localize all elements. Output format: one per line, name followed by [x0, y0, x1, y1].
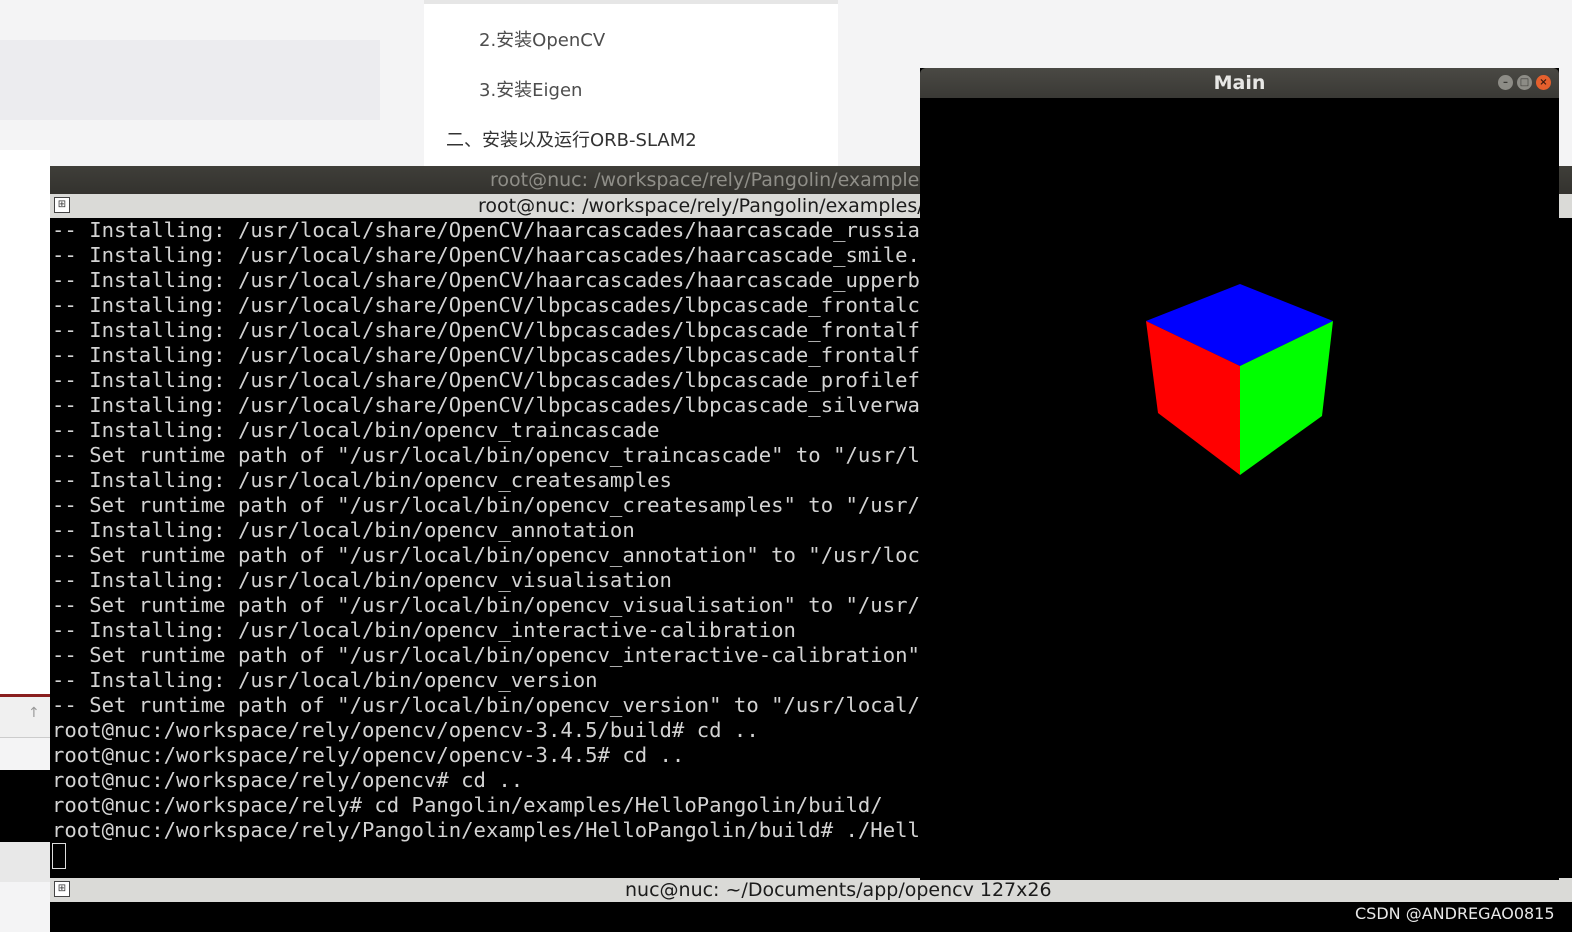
main-window-titlebar[interactable]: Main – □ × [920, 68, 1559, 98]
maximize-icon[interactable]: □ [1517, 75, 1532, 90]
cube-viewport[interactable] [920, 98, 1559, 880]
toc-item-install-orb-slam2[interactable]: 二、安装以及运行ORB-SLAM2 [446, 126, 697, 152]
terminal-tab-icon[interactable]: ⊞ [54, 881, 70, 897]
close-icon[interactable]: × [1536, 75, 1551, 90]
terminal-second-tab-bar[interactable]: ⊞ nuc@nuc: ~/Documents/app/opencv 127x26 [50, 878, 1572, 902]
up-arrow-icon: ↑ [28, 705, 40, 721]
main-window-title: Main [1213, 72, 1266, 94]
page-light-region [0, 842, 50, 882]
toc-item-install-eigen[interactable]: 3.安装Eigen [479, 76, 582, 102]
page-dark-region [0, 770, 50, 842]
table-of-contents: 2.安装OpenCV 3.安装Eigen 二、安装以及运行ORB-SLAM2 [424, 0, 838, 170]
watermark: CSDN @ANDREGAO0815 [1355, 904, 1555, 923]
terminal-cursor [52, 843, 66, 869]
scroll-to-top-button[interactable]: ↑ [0, 697, 50, 738]
page-sidebar-block [0, 40, 380, 120]
terminal-second-tab-title[interactable]: nuc@nuc: ~/Documents/app/opencv 127x26 [625, 878, 1052, 902]
page-left-panel [0, 150, 50, 695]
toc-item-install-opencv[interactable]: 2.安装OpenCV [479, 26, 605, 52]
main-window[interactable]: Main – □ × [920, 68, 1559, 880]
minimize-icon[interactable]: – [1498, 75, 1513, 90]
terminal-tab-icon[interactable]: ⊞ [54, 197, 70, 213]
